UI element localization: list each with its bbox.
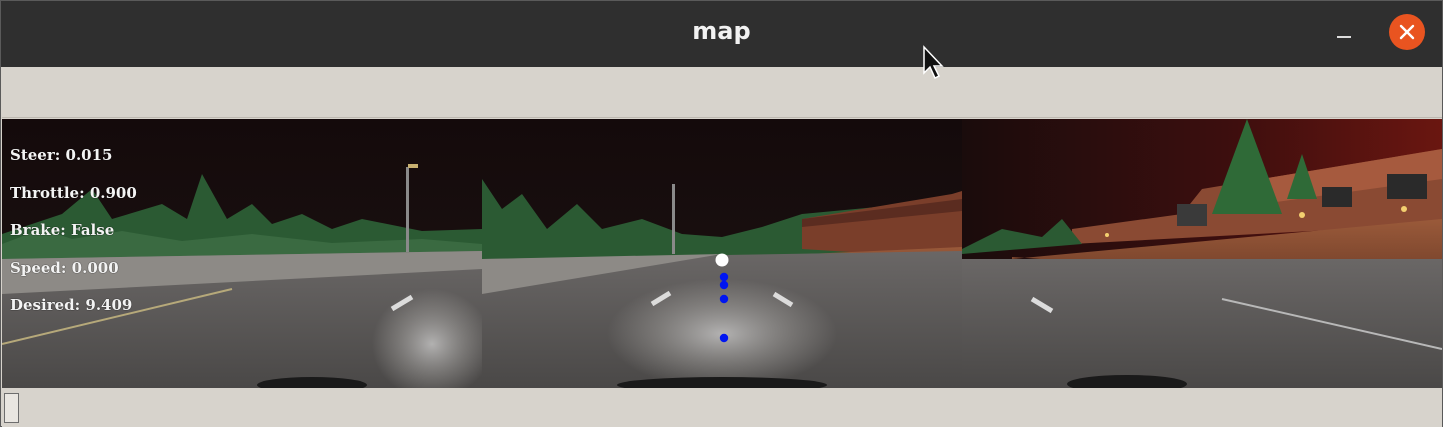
close-button[interactable] (1389, 14, 1425, 50)
steer-readout: Steer: 0.015 (10, 146, 113, 164)
status-bar (2, 389, 1442, 427)
window-title: map (692, 17, 751, 45)
status-field[interactable] (4, 393, 19, 423)
target-waypoint (715, 253, 729, 267)
speed-readout: Speed: 0.000 (10, 258, 119, 277)
telemetry-overlay: Steer: 0.015 Throttle: 0.900 Brake: Fals… (10, 137, 137, 325)
camera-view: Steer: 0.015 Throttle: 0.900 Brake: Fals… (2, 119, 1442, 388)
close-icon (1399, 24, 1415, 40)
map-window: map Steer: 0.015 Throttle: 0.900 Brake: … (0, 0, 1443, 427)
camera-scene (2, 119, 1442, 388)
waypoint-dot (719, 294, 729, 304)
title-bar[interactable]: map (1, 1, 1442, 67)
brake-readout: Brake: False (10, 221, 115, 239)
minimize-button[interactable] (1331, 19, 1357, 45)
throttle-readout: Throttle: 0.900 (10, 183, 137, 202)
waypoint-dot (719, 272, 729, 282)
right-camera-panel (962, 119, 1442, 388)
waypoint-dot (719, 333, 729, 343)
desired-readout: Desired: 9.409 (10, 296, 133, 314)
toolbar-area (2, 67, 1442, 118)
waypoint-dot (719, 280, 729, 290)
mouse-pointer-icon (923, 45, 944, 80)
